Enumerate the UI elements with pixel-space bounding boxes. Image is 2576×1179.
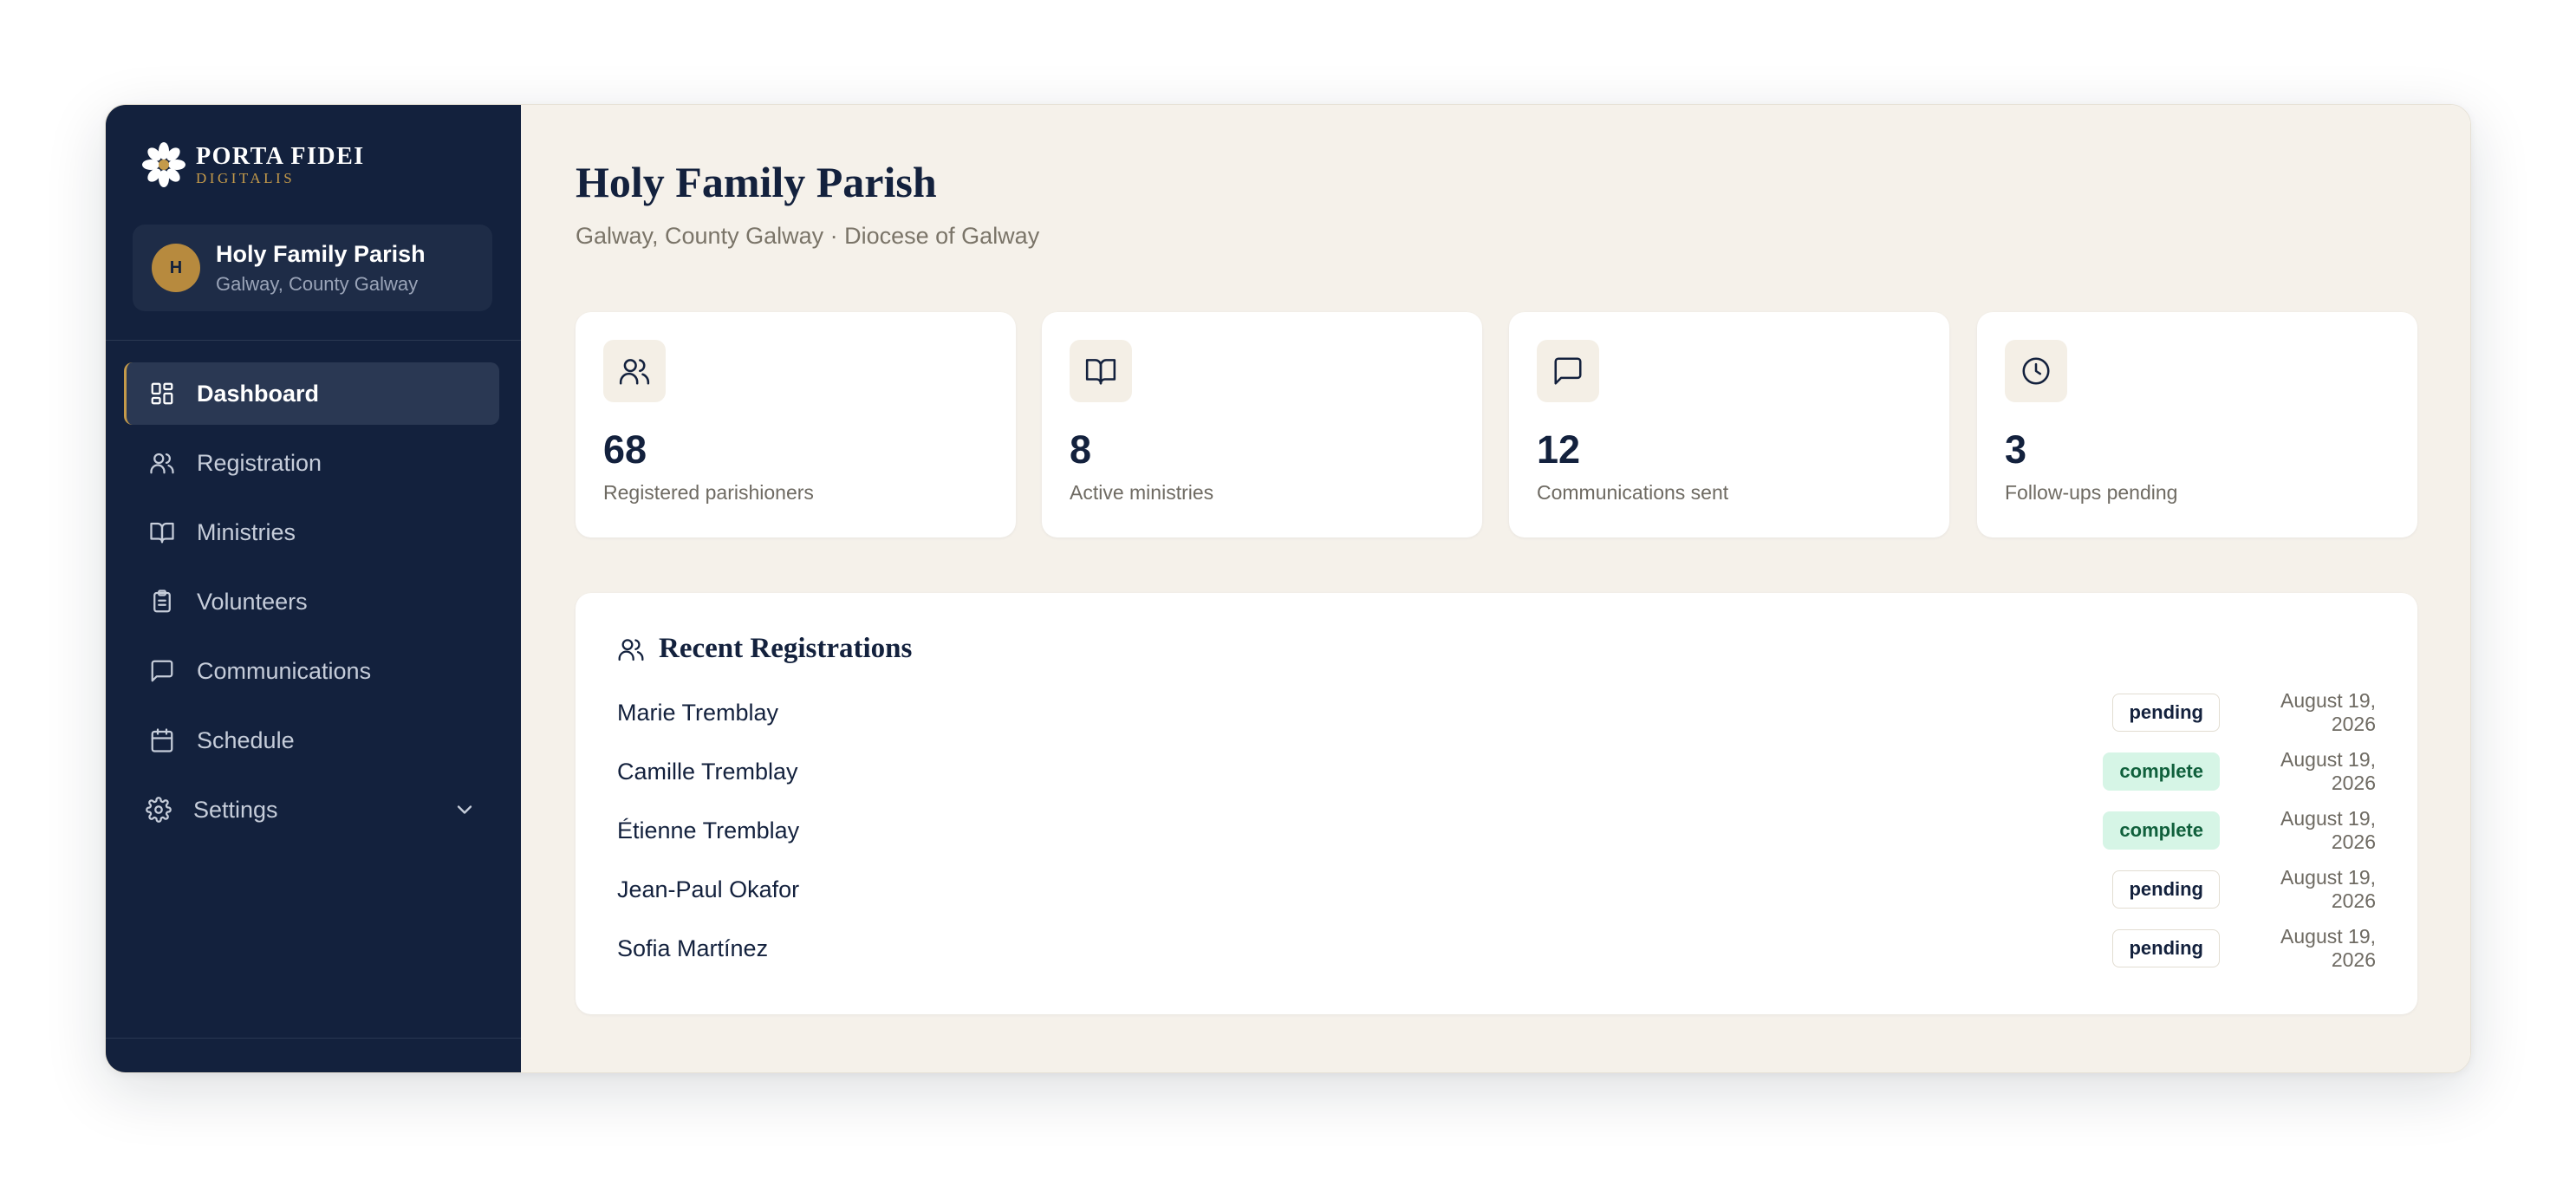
sidebar-item-label: Ministries [197,518,296,545]
chevron-down-icon[interactable] [452,798,477,822]
status-badge: complete [2103,811,2220,850]
sidebar-item-label: Communications [197,657,372,684]
sidebar-item-label: Settings [193,796,278,823]
brand-logo-link[interactable]: PORTA FIDEI DIGITALIS [142,141,365,188]
sidebar-item-settings[interactable]: Settings [124,778,499,841]
registrant-name: Sofia Martínez [617,935,769,961]
list-item[interactable]: Camille Tremblay complete August 19, 202… [617,742,2376,801]
registration-date: August 19, 2026 [2280,866,2376,912]
registration-date: August 19, 2026 [2280,748,2376,794]
message-icon [151,660,173,682]
recent-registrations-panel: Recent Registrations Marie Tremblay pend… [576,593,2417,1014]
book-icon [150,522,174,544]
stat-label: Registered parishioners [603,481,814,504]
stat-value: 8 [1070,427,1092,472]
status-badge: pending [2112,929,2220,967]
registrant-name: Jean-Paul Okafor [617,876,800,902]
registration-date: August 19, 2026 [2280,689,2376,735]
stat-value: 3 [2005,427,2027,472]
registrant-name: Camille Tremblay [617,758,798,785]
clock-icon [2022,357,2050,385]
sidebar-footer-divider [106,1038,521,1039]
sidebar-item-schedule[interactable]: Schedule [124,709,499,772]
users-icon [619,359,650,385]
status-badge: pending [2112,870,2220,909]
brand-name: PORTA FIDEI [196,142,365,170]
users-icon [150,453,174,474]
sidebar-item-ministries[interactable]: Ministries [124,501,499,563]
sidebar-item-label: Volunteers [197,588,308,615]
gear-icon [146,797,172,823]
stat-value: 12 [1537,427,1581,472]
list-item[interactable]: Jean-Paul Okafor pending August 19, 2026 [617,860,2376,919]
sidebar-item-label: Dashboard [197,380,320,407]
registration-date: August 19, 2026 [2280,925,2376,971]
parish-name: Holy Family Parish [216,240,426,267]
brand-subtitle: DIGITALIS [196,169,296,186]
list-item[interactable]: Marie Tremblay pending August 19, 2026 [617,683,2376,742]
users-icon [618,638,644,661]
parish-location: Galway, County Galway [216,272,419,295]
flower-logo-icon [142,142,185,187]
message-icon [1554,357,1582,385]
calendar-icon [151,728,173,752]
sidebar-item-label: Schedule [197,726,295,753]
sidebar-nav: Dashboard Registration Ministries Volunt… [124,362,499,848]
sidebar: PORTA FIDEI DIGITALIS H Holy Family Pari… [106,105,521,1072]
sidebar-divider [106,340,521,341]
registration-date: August 19, 2026 [2280,807,2376,853]
stat-label: Communications sent [1537,481,1729,504]
app-window: PORTA FIDEI DIGITALIS H Holy Family Pari… [105,104,2471,1073]
dashboard-icon [151,382,173,405]
sidebar-item-communications[interactable]: Communications [124,640,499,702]
panel-title: Recent Registrations [659,633,913,664]
stat-label: Active ministries [1070,481,1214,504]
stat-label: Follow-ups pending [2005,481,2178,504]
page-title: Holy Family Parish [576,158,937,206]
book-icon [1085,359,1116,385]
registrant-name: Étienne Tremblay [617,817,800,844]
stat-value: 68 [603,427,647,472]
sidebar-item-label: Registration [197,449,322,476]
registration-list: Marie Tremblay pending August 19, 2026 C… [617,683,2376,978]
list-item[interactable]: Sofia Martínez pending August 19, 2026 [617,919,2376,978]
status-badge: complete [2103,752,2220,791]
avatar: H [152,244,200,292]
status-badge: pending [2112,694,2220,732]
parish-switcher[interactable]: H Holy Family Parish Galway, County Galw… [133,225,492,311]
page-subtitle: Galway, County Galway · Diocese of Galwa… [576,223,1040,249]
stat-card-ministries[interactable]: 8 Active ministries [1042,312,1482,537]
sidebar-item-volunteers[interactable]: Volunteers [124,570,499,633]
sidebar-item-registration[interactable]: Registration [124,432,499,494]
main-content: Holy Family Parish Galway, County Galway… [521,105,2470,1072]
stat-card-follow-ups[interactable]: 3 Follow-ups pending [1977,312,2417,537]
sidebar-item-dashboard[interactable]: Dashboard [124,362,499,425]
list-item[interactable]: Étienne Tremblay complete August 19, 202… [617,801,2376,860]
stat-card-parishioners[interactable]: 68 Registered parishioners [576,312,1016,537]
stat-card-communications[interactable]: 12 Communications sent [1509,312,1949,537]
clipboard-icon [153,590,171,613]
registrant-name: Marie Tremblay [617,699,779,726]
